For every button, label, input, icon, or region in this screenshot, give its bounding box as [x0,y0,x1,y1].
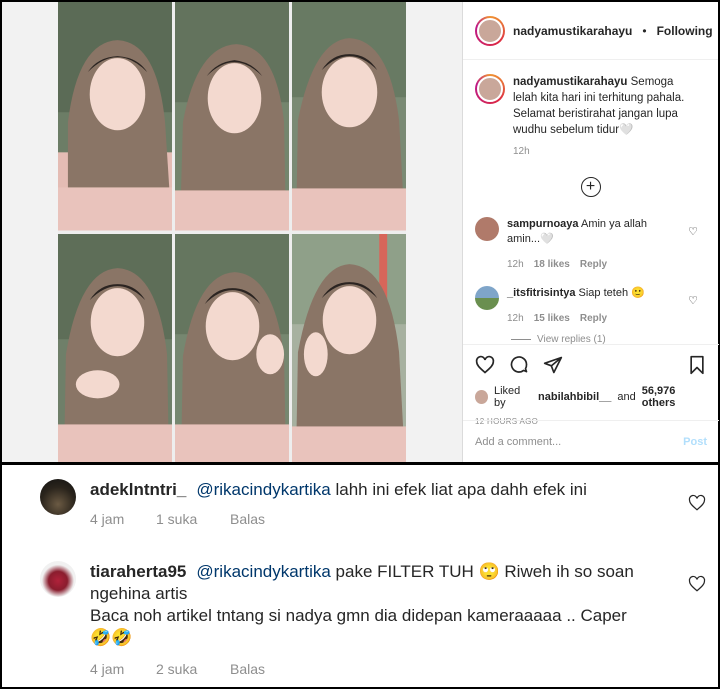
collage-photo-6 [292,233,406,462]
post-sidebar: nadyamustikarahayu • Following ••• nadya… [462,2,719,462]
comment-mention[interactable]: @rikacindykartika [196,480,330,499]
post-photo[interactable] [2,2,462,462]
photo-collage [58,2,406,462]
commenter-avatar[interactable] [40,561,76,597]
comment-bubble-icon[interactable] [509,355,529,375]
comment-username[interactable]: tiaraherta95 [90,562,186,581]
caption-username[interactable]: nadyamustikarahayu [513,76,627,88]
share-paper-plane-icon[interactable] [543,355,563,375]
comment-content: adeklntntri_ @rikacindykartika lahh ini e… [90,479,670,501]
comment-body: _itsfitrisintya Siap teteh 🙂 12h 15 like… [507,286,677,326]
commenter-avatar[interactable] [475,217,499,241]
comment-like-icon[interactable] [688,575,706,593]
comment-username[interactable]: _itsfitrisintya [507,287,575,299]
comment-meta: 12h 15 likes Reply [507,311,677,326]
load-more-wrap: + [463,177,718,197]
comment-text-line-2: Baca noh artikel tntang si nadya gmn dia… [90,606,627,625]
comment-likes[interactable]: 2 suka [156,661,230,677]
post-header: nadyamustikarahayu • Following ••• [463,2,718,60]
comment-item: sampurnoaya Amin ya allah amin...🤍 12h 1… [463,217,718,272]
comment-likes[interactable]: 18 likes [534,257,570,272]
comment-like-icon[interactable]: ♡ [688,225,698,238]
commenter-avatar[interactable] [40,479,76,515]
author-avatar[interactable] [475,15,505,46]
caption-text: nadyamustikarahayu Semoga lelah kita har… [513,74,693,138]
like-heart-icon[interactable] [475,355,495,375]
comment-meta: 12h 18 likes Reply [507,257,677,272]
comments-screenshot: adeklntntri_ @rikacindykartika lahh ini e… [2,465,718,687]
liked-by-and: and [617,391,636,403]
comment-like-icon[interactable] [688,494,706,512]
comment-reply-button[interactable]: Balas [230,661,265,677]
collage-photo-5 [175,233,289,462]
collage-photo-1 [58,2,172,231]
liked-by-others[interactable]: 56,976 others [642,385,707,409]
comment-text: lahh ini efek liat apa dahh efek ini [335,480,587,499]
load-more-comments-icon[interactable]: + [580,177,601,197]
comment-body: sampurnoaya Amin ya allah amin...🤍 12h 1… [507,217,677,272]
comment-like-icon[interactable]: ♡ [688,294,698,307]
collage-photo-4 [58,233,172,462]
comment-time: 4 jam [90,661,125,677]
following-button[interactable]: Following [657,24,713,38]
caption-time: 12h [513,146,530,157]
author-username[interactable]: nadyamustikarahayu [513,24,632,38]
separator-dot: • [642,23,647,38]
comment-reply-button[interactable]: Reply [580,311,607,326]
comment-reply-button[interactable]: Balas [230,511,265,527]
instagram-post: nadyamustikarahayu • Following ••• nadya… [2,2,719,462]
commenter-avatar[interactable] [475,286,499,310]
collage-photo-2 [175,2,289,231]
comment-time: 4 jam [90,511,125,527]
post-comment-button[interactable]: Post [683,436,707,448]
comment-username[interactable]: adeklntntri_ [90,480,186,499]
comment-mention[interactable]: @rikacindykartika [196,562,330,581]
comment-meta: 4 jam 2 suka Balas [90,661,265,677]
comment-content: tiaraherta95 @rikacindykartika pake FILTE… [90,561,670,649]
collage-photo-3 [292,2,406,231]
add-comment-bar: Add a comment... Post [463,420,719,462]
liked-by-user[interactable]: nabilahbibil__ [538,391,611,403]
liked-by-row: Liked by nabilahbibil__ and 56,976 other… [475,385,707,409]
post-caption: nadyamustikarahayu Semoga lelah kita har… [463,60,718,138]
liked-by-prefix: Liked by [493,385,521,409]
comment-text: Siap teteh 🙂 [578,287,645,299]
comment-time: 12h [507,313,524,324]
comment-item: _itsfitrisintya Siap teteh 🙂 12h 15 like… [463,286,718,326]
liker-avatar[interactable] [475,390,488,404]
post-actions: Liked by nabilahbibil__ and 56,976 other… [463,344,719,426]
add-comment-input[interactable]: Add a comment... [475,436,561,448]
comment-reply-button[interactable]: Reply [580,257,607,272]
bookmark-icon[interactable] [687,355,707,375]
action-row [475,353,707,377]
comment-likes[interactable]: 1 suka [156,511,230,527]
comment-text-line-3: 🤣🤣 [90,628,133,647]
comment-time: 12h [507,259,524,270]
view-replies-line [511,339,531,340]
caption-avatar[interactable] [475,74,505,104]
comment-likes[interactable]: 15 likes [534,311,570,326]
comment-meta: 4 jam 1 suka Balas [90,511,265,527]
comment-username[interactable]: sampurnoaya [507,218,579,230]
